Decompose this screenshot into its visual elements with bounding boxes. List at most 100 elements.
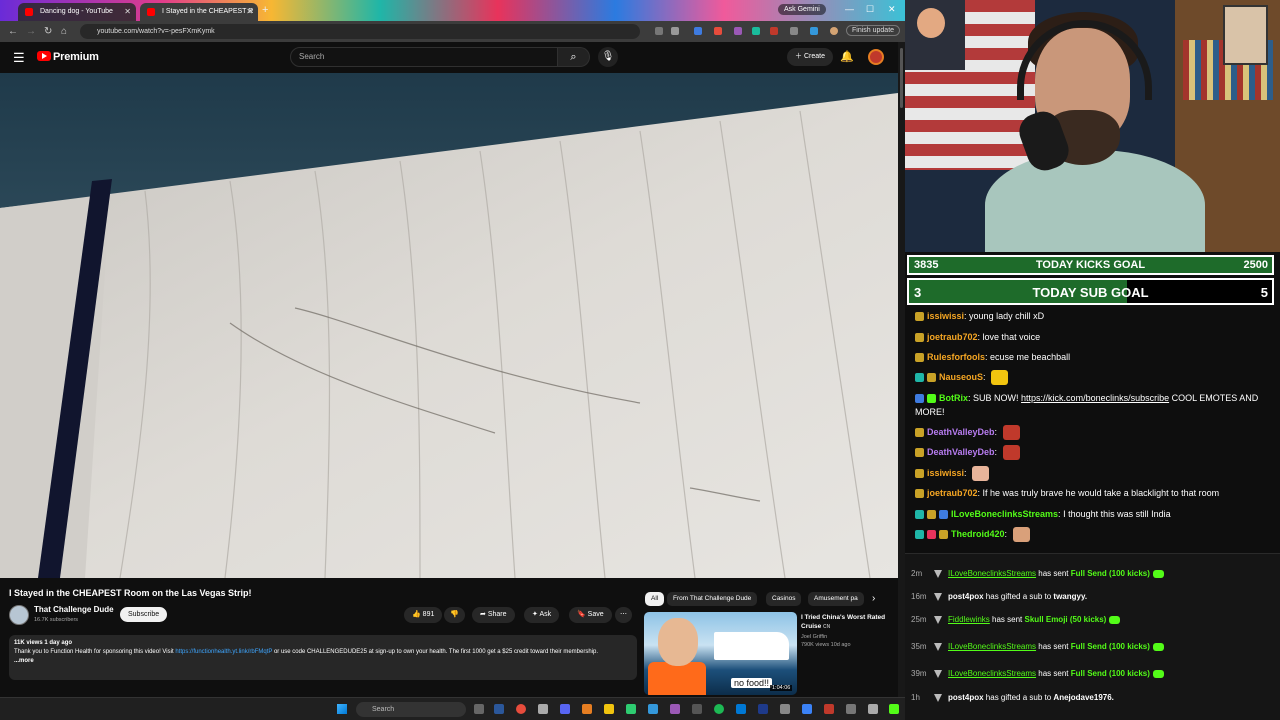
app-icon[interactable] [494, 704, 504, 714]
app-icon[interactable] [648, 704, 658, 714]
chat-username[interactable]: BotRix [939, 393, 968, 403]
app-icon[interactable] [538, 704, 548, 714]
chat-username[interactable]: Thedroid420 [951, 529, 1005, 539]
app-icon[interactable] [846, 704, 856, 714]
search-button[interactable]: ⌕ [558, 47, 590, 67]
tab-dancing-dog[interactable]: Dancing dog - YouTube ✕ [18, 3, 136, 21]
badge-icon [915, 394, 924, 404]
app-icon[interactable] [868, 704, 878, 714]
page-scrollbar[interactable] [898, 42, 905, 720]
plus-icon: ＋ [795, 53, 802, 60]
chip-amusement[interactable]: Amusement pa [808, 592, 864, 606]
taskbar-search[interactable]: Search [356, 702, 466, 717]
like-button[interactable]: 👍 891 [404, 607, 443, 623]
subscribe-link[interactable]: https://kick.com/boneclinks/subscribe [1021, 393, 1169, 403]
chip-all[interactable]: All [645, 592, 665, 606]
chat-panel: issiwissi: young lady chill xD joetraub7… [905, 308, 1280, 553]
chevron-right-icon[interactable]: › [872, 593, 875, 604]
chrome-icon[interactable] [516, 704, 526, 714]
app-icon[interactable] [758, 704, 768, 714]
windows-start-icon[interactable] [337, 704, 347, 714]
channel-name[interactable]: That Challenge Dude [34, 605, 114, 614]
maximize-icon[interactable]: ☐ [866, 4, 874, 15]
home-icon[interactable]: ⌂ [61, 26, 67, 37]
extension-icon[interactable] [770, 27, 778, 35]
share-button[interactable]: ➦ Share [472, 607, 515, 623]
extension-icon[interactable] [752, 27, 760, 35]
close-window-icon[interactable]: ✕ [888, 4, 896, 15]
app-icon[interactable] [780, 704, 790, 714]
profile-icon[interactable] [830, 27, 838, 35]
share-icon: ➦ [480, 611, 486, 618]
chat-username[interactable]: ILoveBoneclinksStreams [951, 509, 1058, 519]
save-button[interactable]: 🔖 Save [569, 607, 612, 623]
chat-username[interactable]: issiwissi [927, 311, 964, 321]
channel-avatar[interactable] [9, 605, 29, 625]
chip-casinos[interactable]: Casinos [766, 592, 802, 606]
url-input[interactable]: youtube.com/watch?v=-pesFXmKymk [80, 24, 640, 39]
chat-username[interactable]: issiwissi [927, 468, 964, 478]
app-icon[interactable] [824, 704, 834, 714]
spotify-icon[interactable] [714, 704, 724, 714]
chat-username[interactable]: joetraub702 [927, 332, 978, 342]
folder-icon[interactable] [604, 704, 614, 714]
more-actions-button[interactable]: ⋯ [615, 607, 632, 623]
tab-cheapest-room[interactable]: I Stayed in the CHEAPEST R ✕ [140, 3, 258, 21]
ask-gemini-button[interactable]: Ask Gemini [778, 4, 826, 15]
recommended-title[interactable]: I Tried China's Worst Rated Cruise CN [801, 613, 893, 632]
app-icon[interactable] [670, 704, 680, 714]
youtube-logo-icon[interactable] [37, 51, 51, 61]
minimize-icon[interactable]: — [845, 4, 854, 14]
voice-search-button[interactable]: 🎙 [598, 47, 618, 67]
extension-icon[interactable] [734, 27, 742, 35]
create-button[interactable]: ＋ Create [787, 48, 833, 66]
extension-icon[interactable] [714, 27, 722, 35]
back-icon[interactable]: ← [8, 26, 18, 37]
hamburger-menu-icon[interactable]: ☰ [13, 50, 25, 66]
description-box[interactable]: 11K views 1 day ago Thank you to Functio… [9, 635, 637, 680]
bookmark-icon: 🔖 [577, 611, 586, 618]
app-icon[interactable] [582, 704, 592, 714]
subscribe-button[interactable]: Subscribe [120, 607, 168, 622]
chip-from-channel[interactable]: From That Challenge Dude [667, 592, 758, 606]
notifications-bell-icon[interactable]: 🔔 [840, 50, 854, 63]
app-icon[interactable] [692, 704, 702, 714]
video-player[interactable] [0, 73, 898, 578]
dislike-button[interactable]: 👎 [444, 607, 465, 623]
chat-username[interactable]: NauseouS [939, 372, 983, 382]
star-icon[interactable] [671, 27, 679, 35]
sponsor-link[interactable]: https://functionhealth.yt.link/rbFMqtP [175, 649, 272, 655]
badge-icon [915, 353, 924, 363]
extension-icon[interactable] [655, 27, 663, 35]
chat-username[interactable]: DeathValleyDeb [927, 427, 995, 437]
close-icon[interactable]: ✕ [246, 3, 253, 21]
browser-window: Dancing dog - YouTube ✕ I Stayed in the C… [0, 0, 905, 720]
finish-update-button[interactable]: Finish update [846, 25, 901, 36]
new-tab-button[interactable]: + [262, 4, 268, 16]
chat-username[interactable]: Rulesforfools [927, 352, 985, 362]
recommended-thumbnail[interactable] [644, 612, 797, 695]
chat-username[interactable]: joetraub702 [927, 488, 978, 498]
scrollbar-thumb[interactable] [900, 48, 903, 108]
thumbnail-overlay-text: no food!! [731, 678, 773, 688]
chat-username[interactable]: DeathValleyDeb [927, 447, 995, 457]
kick-icon[interactable] [889, 704, 899, 714]
app-icon[interactable] [626, 704, 636, 714]
account-avatar[interactable] [868, 49, 884, 65]
forward-icon[interactable]: → [26, 26, 36, 37]
show-more-link[interactable]: ...more [14, 657, 632, 666]
app-icon[interactable] [802, 704, 812, 714]
app-icon[interactable] [560, 704, 570, 714]
task-view-icon[interactable] [474, 704, 484, 714]
reload-icon[interactable]: ↻ [44, 26, 52, 37]
extension-icon[interactable] [790, 27, 798, 35]
extension-icon[interactable] [810, 27, 818, 35]
youtube-premium-logo[interactable]: Premium [53, 51, 99, 63]
app-icon[interactable] [736, 704, 746, 714]
close-icon[interactable]: ✕ [124, 3, 131, 21]
mic-icon: 🎙 [601, 51, 615, 62]
poster-image [1223, 5, 1268, 65]
ask-button[interactable]: ✦ Ask [524, 607, 560, 623]
search-input[interactable]: Search [290, 47, 558, 67]
extension-icon[interactable] [694, 27, 702, 35]
